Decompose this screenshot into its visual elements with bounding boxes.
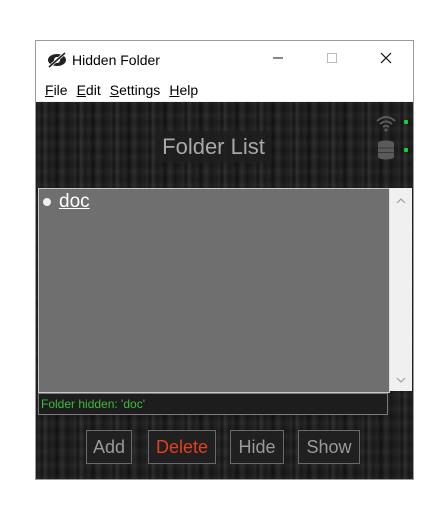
scroll-down-button[interactable] bbox=[390, 369, 412, 389]
vertical-scrollbar[interactable] bbox=[389, 188, 412, 391]
maximize-icon bbox=[326, 51, 338, 69]
chevron-down-icon bbox=[396, 370, 406, 388]
menu-settings[interactable]: Settings bbox=[110, 82, 161, 98]
folder-list[interactable]: doc bbox=[38, 188, 390, 393]
scroll-up-button[interactable] bbox=[390, 190, 412, 210]
eye-slash-icon bbox=[46, 41, 72, 79]
list-item[interactable]: doc bbox=[41, 191, 90, 213]
menu-bar: File Edit Settings Help bbox=[36, 79, 413, 101]
app-window: Hidden Folder File Edit Settings Help Fo… bbox=[35, 40, 414, 480]
status-text: Folder hidden: 'doc' bbox=[41, 397, 145, 411]
chevron-up-icon bbox=[396, 191, 406, 209]
close-button[interactable] bbox=[359, 41, 413, 79]
maximize-button[interactable] bbox=[305, 41, 359, 79]
list-item-label: doc bbox=[59, 191, 90, 212]
status-indicators bbox=[373, 110, 413, 160]
menu-help[interactable]: Help bbox=[169, 82, 198, 98]
folder-list-title: Folder List bbox=[156, 131, 271, 163]
show-button[interactable]: Show bbox=[298, 430, 360, 464]
menu-edit[interactable]: Edit bbox=[77, 82, 101, 98]
add-button[interactable]: Add bbox=[86, 430, 132, 464]
database-icon bbox=[377, 140, 395, 165]
main-panel: Folder List doc Folder hidden: 'doc' Add… bbox=[36, 102, 413, 479]
close-icon bbox=[379, 51, 393, 70]
wifi-icon bbox=[375, 114, 397, 137]
hide-button[interactable]: Hide bbox=[230, 430, 284, 464]
title-bar[interactable]: Hidden Folder bbox=[36, 41, 413, 79]
minimize-icon bbox=[272, 51, 284, 69]
bullet-icon bbox=[43, 198, 51, 206]
menu-file[interactable]: File bbox=[45, 82, 68, 98]
window-title: Hidden Folder bbox=[72, 52, 160, 68]
delete-button[interactable]: Delete bbox=[148, 430, 216, 464]
minimize-button[interactable] bbox=[251, 41, 305, 79]
database-status-led bbox=[404, 148, 408, 152]
status-bar: Folder hidden: 'doc' bbox=[38, 393, 388, 415]
button-bar: Add Delete Hide Show bbox=[36, 430, 413, 466]
wifi-status-led bbox=[404, 120, 408, 124]
